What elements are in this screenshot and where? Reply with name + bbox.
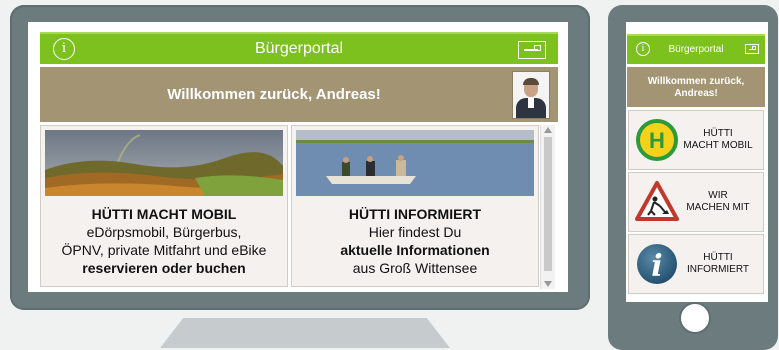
phone-welcome-name: Andreas! <box>674 88 718 99</box>
construction-sign-icon <box>635 181 679 221</box>
tile-label: HÜTTI <box>703 252 733 263</box>
app-title: Bürgerportal <box>254 40 344 57</box>
scroll-up-arrow-icon[interactable] <box>544 127 552 133</box>
card-text: eDörpsmobil, Bürgerbus, <box>86 224 242 240</box>
phone-home-button[interactable] <box>679 302 711 334</box>
tile-wir-machen-mit[interactable]: WIR MACHEN MIT <box>629 173 763 231</box>
landscape-image <box>45 130 283 196</box>
phone-header-bar: i Bürgerportal <box>627 34 765 64</box>
svg-text:i: i <box>651 249 662 284</box>
mail-icon[interactable] <box>518 41 546 59</box>
scrollbar-thumb[interactable] <box>544 137 552 271</box>
tile-label: INFORMIERT <box>686 264 750 275</box>
mail-icon[interactable] <box>745 44 759 54</box>
monitor-stand <box>160 318 450 348</box>
tile-huetti-macht-mobil[interactable]: H HÜTTI MACHT MOBIL <box>629 111 763 169</box>
avatar[interactable] <box>512 71 550 119</box>
svg-text:H: H <box>649 128 665 153</box>
tile-label: WIR <box>708 190 728 201</box>
card-text: ÖPNV, private Mitfahrt und eBike <box>61 242 267 258</box>
card-huetti-informiert[interactable]: HÜTTI INFORMIERT Hier findest Du aktuell… <box>292 126 538 286</box>
content-scrollbar[interactable] <box>540 125 555 289</box>
tile-label: HÜTTI <box>703 128 733 139</box>
tile-label: MACHT MOBIL <box>683 140 753 151</box>
card-huetti-macht-mobil[interactable]: HÜTTI MACHT MOBIL eDörpsmobil, Bürgerbus… <box>41 126 287 286</box>
desktop-header-bar: i Bürgerportal <box>40 32 558 64</box>
bus-stop-icon: H <box>636 119 678 161</box>
tile-huetti-informiert[interactable]: i HÜTTI INFORMIERT <box>629 235 763 293</box>
scroll-down-arrow-icon[interactable] <box>544 281 552 287</box>
card-text: aus Groß Wittensee <box>352 260 478 276</box>
welcome-text: Willkommen zurück, Andreas! <box>167 86 381 103</box>
lake-boat-image <box>296 130 534 196</box>
phone-welcome-text: Willkommen zurück, <box>647 76 745 87</box>
card-emphasis: aktuelle Informationen <box>340 242 490 258</box>
card-title: HÜTTI MACHT MOBIL <box>91 206 237 222</box>
card-title: HÜTTI INFORMIERT <box>348 206 482 222</box>
card-emphasis: reservieren oder buchen <box>82 260 246 276</box>
tile-label: MACHEN MIT <box>686 202 750 213</box>
welcome-banner: Willkommen zurück, Andreas! <box>40 67 558 122</box>
info-icon: i <box>637 244 677 284</box>
phone-welcome-banner: Willkommen zurück, Andreas! <box>627 67 765 107</box>
card-text: Hier findest Du <box>368 224 462 240</box>
